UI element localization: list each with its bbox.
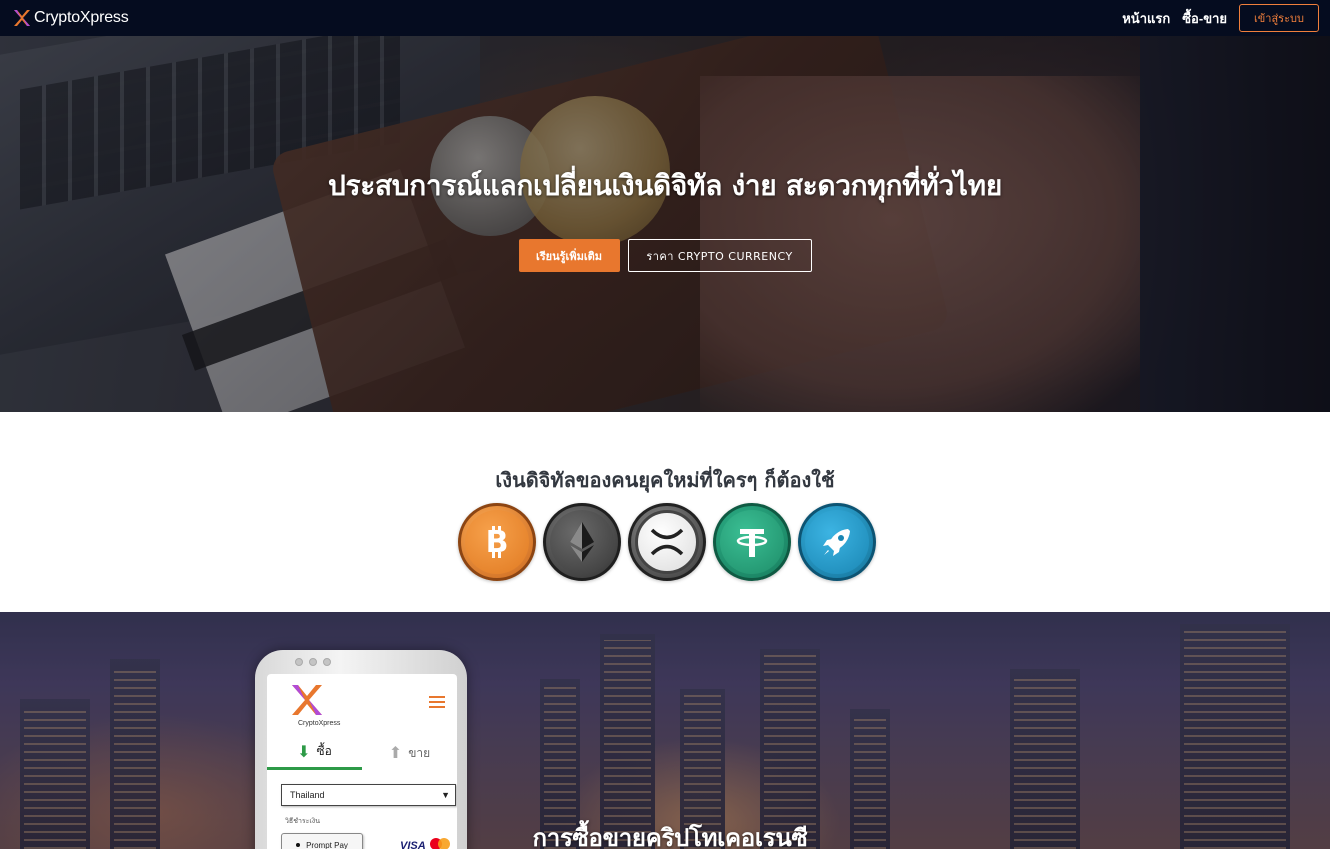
app-tab-sell-label: ขาย xyxy=(408,745,431,760)
hamburger-menu-icon xyxy=(429,696,445,708)
learn-more-button[interactable]: เรียนรู้เพิ่มเติม xyxy=(518,239,620,272)
app-country-value: Thailand xyxy=(290,790,325,800)
caret-down-icon: ▼ xyxy=(441,790,450,800)
app-logo-text: CryptoXpress xyxy=(298,720,341,727)
ethereum-icon xyxy=(543,503,621,581)
app-logo-icon xyxy=(292,685,322,715)
nav-link-home[interactable]: หน้าแรก xyxy=(1122,8,1170,29)
coin-list: B xyxy=(458,503,876,581)
phone-sensors xyxy=(295,658,415,668)
login-button[interactable]: เข้าสู่ระบบ xyxy=(1239,4,1319,32)
app-country-select: Thailand ▼ xyxy=(281,784,456,806)
svg-text:B: B xyxy=(486,525,509,560)
coins-heading: เงินดิจิทัลของคนยุคใหม่ที่ใครๆ ก็ต้องใช้ xyxy=(495,468,835,492)
coins-section: เงินดิจิทัลของคนยุคใหม่ที่ใครๆ ก็ต้องใช้… xyxy=(0,412,1330,612)
hero-buttons: เรียนรู้เพิ่มเติม ราคา CRYPTO CURRENCY xyxy=(0,239,1330,272)
hero-overlay xyxy=(0,36,1330,412)
brand-name: CryptoXpress xyxy=(34,9,129,26)
nav-menu: หน้าแรก ซื้อ-ขาย เข้าสู่ระบบ xyxy=(1122,4,1319,32)
app-tab-sell: ⬆ ขาย xyxy=(362,736,457,770)
xrp-icon xyxy=(628,503,706,581)
cryptoxpress-logo-icon xyxy=(14,10,30,26)
top-navbar: CryptoXpress หน้าแรก ซื้อ-ขาย เข้าสู่ระบ… xyxy=(0,0,1330,36)
hero-title: ประสบการณ์แลกเปลี่ยนเงินดิจิทัล ง่าย สะด… xyxy=(328,169,1002,202)
rocket-coin-icon xyxy=(798,503,876,581)
download-arrow-icon: ⬇ xyxy=(297,741,311,761)
hero-banner: ประสบการณ์แลกเปลี่ยนเงินดิจิทัล ง่าย สะด… xyxy=(0,36,1330,412)
upload-arrow-icon: ⬆ xyxy=(388,743,403,762)
tether-icon xyxy=(713,503,791,581)
promo-overlay xyxy=(0,612,1330,849)
crypto-price-button[interactable]: ราคา CRYPTO CURRENCY xyxy=(627,239,812,272)
app-tab-buy-label: ซื้อ xyxy=(316,744,332,758)
app-tabs: ⬇ ซื้อ ⬆ ขาย xyxy=(267,736,457,770)
promo-section: CryptoXpress ⬇ ซื้อ ⬆ ขาย Thailand ▼ วิธ… xyxy=(0,612,1330,849)
app-tab-buy: ⬇ ซื้อ xyxy=(267,736,362,770)
nav-link-trade[interactable]: ซื้อ-ขาย xyxy=(1182,8,1227,29)
brand-logo[interactable]: CryptoXpress xyxy=(12,8,129,28)
bitcoin-icon: B xyxy=(458,503,536,581)
promo-title: การซื้อขายคริปโทเคอเรนซี xyxy=(532,824,808,849)
